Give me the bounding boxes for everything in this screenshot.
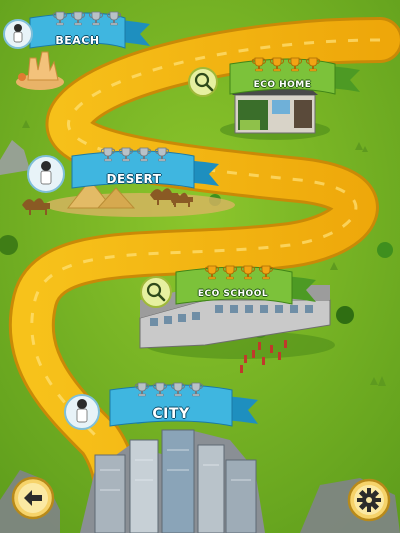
level-label-desert: DESERT: [106, 172, 162, 186]
trophy-icon: [136, 146, 152, 162]
trophy-icon: [134, 381, 150, 397]
back-button[interactable]: [11, 476, 55, 520]
level-city[interactable]: CITY: [62, 378, 262, 436]
level-eco-home[interactable]: ECO HOME: [185, 52, 365, 104]
trophy-icon: [287, 56, 303, 72]
level-label-eco-home: ECO HOME: [253, 80, 312, 90]
trophy-icon: [170, 381, 186, 397]
trophy-icon: [251, 56, 267, 72]
level-label-eco-school: ECO SCHOOL: [197, 289, 269, 299]
level-beach[interactable]: BEACH: [0, 4, 160, 60]
settings-button[interactable]: [347, 478, 391, 522]
level-desert[interactable]: DESERT: [24, 142, 224, 198]
trophy-icon: [100, 146, 116, 162]
level-eco-school[interactable]: ECO SCHOOL: [136, 262, 320, 316]
trophy-icon: [204, 264, 220, 280]
trophy-icon: [88, 10, 104, 26]
trophy-icon: [222, 264, 238, 280]
trophy-icon: [52, 10, 68, 26]
magnifier-icon: [193, 71, 215, 93]
level-map: BEACH ECO HOME DESERT ECO SCHOOL CITY: [0, 0, 400, 533]
trophy-icon: [106, 10, 122, 26]
trophy-icon: [70, 10, 86, 26]
level-label-beach: BEACH: [55, 34, 100, 47]
trophy-icon: [118, 146, 134, 162]
trophy-icon: [269, 56, 285, 72]
trophy-icon: [152, 381, 168, 397]
trophy-icon: [240, 264, 256, 280]
trophy-row: [251, 56, 321, 72]
trophy-icon: [154, 146, 170, 162]
trophy-row: [52, 10, 122, 26]
trophy-icon: [188, 381, 204, 397]
trophy-row: [204, 264, 274, 280]
gear-icon: [347, 478, 391, 522]
magnifier-icon: [145, 281, 167, 303]
trophy-row: [100, 146, 170, 162]
trophy-icon: [258, 264, 274, 280]
trophy-row: [134, 381, 204, 397]
arrow-left-icon: [11, 476, 55, 520]
level-label-city: CITY: [152, 406, 190, 422]
trophy-icon: [305, 56, 321, 72]
